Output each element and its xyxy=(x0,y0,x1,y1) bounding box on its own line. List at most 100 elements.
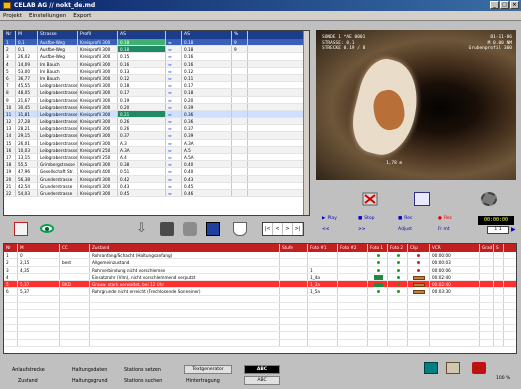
col-obs-s[interactable]: S xyxy=(494,244,504,252)
col-obs-foto1[interactable]: Foto 1 xyxy=(368,244,388,252)
label-haltungsdaten[interactable]: Haltungsdaten xyxy=(72,368,107,373)
toilet-icon[interactable] xyxy=(233,222,247,236)
col-as-start[interactable]: AS xyxy=(118,31,166,39)
table-row[interactable]: 22 54,03 Grunderstrasse Kreisprofil 300 0.45… xyxy=(4,189,309,198)
nav-last-button[interactable]: >| xyxy=(293,223,303,235)
col-as-end[interactable]: AS xyxy=(182,31,232,39)
nav-next-button[interactable]: > xyxy=(283,223,293,235)
col-percent[interactable]: % xyxy=(232,31,248,39)
col-obs-clip[interactable]: Clip xyxy=(408,244,430,252)
rec-control[interactable]: ■ Rec xyxy=(398,216,412,221)
menu-export[interactable]: Export xyxy=(73,11,91,20)
col-obs-nr[interactable]: Nr xyxy=(4,244,18,252)
sections-table[interactable]: Nr M Strasse Profil AS AS % 1 0,1 Ausfbe-W… xyxy=(3,30,310,216)
table-row[interactable] xyxy=(4,295,516,304)
close-button[interactable]: × xyxy=(510,1,519,9)
label-stations-suchen[interactable]: Stations suchen xyxy=(124,379,162,384)
table-row[interactable]: 14 29,15 Leibgraberstrasse Kreisprofil 300 0… xyxy=(4,132,309,140)
col-obs-m[interactable]: M xyxy=(18,244,60,252)
frame-control[interactable]: Fr mt xyxy=(438,227,450,232)
table-row[interactable] xyxy=(4,339,516,347)
position-next-icon[interactable]: ▶ xyxy=(511,226,516,233)
stop-control[interactable]: ■ Stop xyxy=(358,216,375,221)
table-row[interactable]: 3 4,35 Rohrverbindung nicht vorschlemse 1 00… xyxy=(4,266,516,274)
table-row[interactable]: 1 0,1 Ausfbe-Weg Kreisprofil 300 0.18 ⇔ 0.18 9 xyxy=(4,39,309,47)
delete-image-icon[interactable] xyxy=(362,192,378,206)
table-row[interactable] xyxy=(4,303,516,311)
table-row[interactable] xyxy=(4,332,516,340)
table-row[interactable]: 4 14,09 Im Bauch Kreisprofil 300 0.16 ⇔ 0.16 xyxy=(4,60,309,68)
col-nr[interactable]: Nr xyxy=(4,31,16,39)
eye-icon[interactable] xyxy=(40,224,54,233)
table-row[interactable]: 4 Einsatzrohr (Vlm), nicht vorschlemmend … xyxy=(4,273,516,282)
col-obs-cc[interactable]: CC xyxy=(60,244,90,252)
menu-einstellungen[interactable]: Einstellungen xyxy=(29,11,66,20)
save-disk-icon[interactable] xyxy=(206,222,220,236)
camera-icon[interactable] xyxy=(183,222,197,236)
table-row[interactable]: 2 2,15 best Allgemeinzustand 00:00:03 xyxy=(4,259,516,267)
play-control[interactable]: ▶ Play xyxy=(322,216,337,221)
record-control[interactable]: ● Rec xyxy=(438,216,452,221)
binoculars-icon[interactable] xyxy=(160,222,174,236)
col-obs-stufe[interactable]: Stufe xyxy=(280,244,308,252)
table-row[interactable]: 8 48,05 Leibgraberstrasse Kreisprofil 300 0.… xyxy=(4,89,309,97)
table-row[interactable]: 2 0,1 Ausfbe-Weg Kreisprofil 300 0.18 ⇔ 0.18 9 xyxy=(4,46,309,54)
label-zustand[interactable]: Zustand xyxy=(18,379,38,384)
sections-table-scrollbar[interactable] xyxy=(303,31,309,215)
nav-first-button[interactable]: |< xyxy=(263,223,273,235)
col-strasse[interactable]: Strasse xyxy=(38,31,78,39)
table-row[interactable] xyxy=(4,310,516,318)
table-row[interactable]: 18 55,5 Grimbergstrasse Kreisprofil 300 0.38… xyxy=(4,161,309,169)
label-hintertragung[interactable]: Hintertragung xyxy=(186,379,220,384)
rewind-control[interactable]: << xyxy=(322,227,330,232)
abc-field-1[interactable]: ABC xyxy=(244,365,280,374)
table-row[interactable]: 15 26,01 Leibgraberstrasse Kreisprofil 300 A… xyxy=(4,139,309,147)
col-obs-foto2[interactable]: Foto 2 xyxy=(388,244,408,252)
truck-icon[interactable] xyxy=(472,362,486,374)
table-row[interactable]: 13 28,21 Leibgraberstrasse Kreisprofil 300 0… xyxy=(4,125,309,133)
table-row[interactable] xyxy=(4,317,516,325)
table-row[interactable]: 5 53,00 Im Bauch Kreisprofil 300 0.13 ⇔ 0.12 xyxy=(4,67,309,75)
table-row[interactable]: 6 36,77 Im Bauch Kreisprofil 300 0.12 ⇔ 0.11 xyxy=(4,74,309,83)
table-row[interactable]: 16 10,03 Leibgraberstrasse Kreisprofil 250 A… xyxy=(4,146,309,154)
observations-table[interactable]: Nr M CC Zustand Stufe Foto #1 Foto #2 Fo… xyxy=(3,243,517,354)
computer-icon[interactable] xyxy=(424,362,438,374)
adjust-control[interactable]: Adjust xyxy=(398,227,412,232)
download-arrow-icon[interactable]: ⇩ xyxy=(136,222,150,236)
col-profil[interactable]: Profil xyxy=(78,31,118,39)
nav-prev-button[interactable]: < xyxy=(273,223,283,235)
abc-field-2[interactable]: ABC xyxy=(244,376,280,385)
table-row[interactable]: 19 47,96 Gesellschaft Str. Kreisprofil 400 0… xyxy=(4,168,309,176)
table-row[interactable]: 11 31,81 Leibgraberstrasse Kreisprofil 300 0… xyxy=(4,110,309,119)
table-row[interactable]: 12 27,28 Leibgraberstrasse Kreisprofil 300 0… xyxy=(4,118,309,126)
settings-gear-icon[interactable] xyxy=(481,192,497,206)
col-obs-foto1-nr[interactable]: Foto #1 xyxy=(308,244,338,252)
col-obs-grad[interactable]: Grad xyxy=(480,244,494,252)
col-obs-foto2-nr[interactable]: Foto #2 xyxy=(338,244,368,252)
textgenerator-button[interactable]: Textgenerator xyxy=(184,365,232,374)
menu-projekt[interactable]: Projekt xyxy=(3,11,22,20)
col-m[interactable]: M xyxy=(16,31,38,39)
edit-icon[interactable] xyxy=(14,222,28,236)
minimize-button[interactable]: _ xyxy=(490,1,499,9)
book-icon[interactable] xyxy=(446,362,460,374)
table-row[interactable]: 17 13,15 Leibgraberstrasse Kreisprofil 250 A… xyxy=(4,154,309,162)
table-row[interactable]: 1 0 Rohranfang/Schacht (Haltungsanfang) 00:… xyxy=(4,252,516,260)
col-direction[interactable] xyxy=(166,31,182,39)
label-haltungsgrund[interactable]: Haltungsgrund xyxy=(72,379,108,384)
image-document-icon[interactable] xyxy=(414,192,430,206)
position-field[interactable]: 1 1 xyxy=(487,226,509,234)
col-obs-zustand[interactable]: Zustand xyxy=(90,244,280,252)
label-stations-setzen[interactable]: Stations setzen xyxy=(124,368,161,373)
table-row[interactable]: 5 5,37 BKD Grauw. stark verwaltet, bei 12 U… xyxy=(4,281,516,289)
table-row[interactable]: 21 42,54 Grunderstrasse Kreisprofil 300 0.43… xyxy=(4,182,309,190)
col-obs-vcr[interactable]: VCR xyxy=(430,244,480,252)
table-row[interactable]: 9 21,67 Leibgraberstrasse Kreisprofil 300 0.… xyxy=(4,96,309,104)
table-row[interactable]: 20 56,38 Grunderstrasse Kreisprofil 300 0.42… xyxy=(4,175,309,183)
label-anlaufstrecke[interactable]: Anlaufstrecke xyxy=(12,368,45,373)
table-row[interactable]: 7 45,55 Leibgraberstrasse Kreisprofil 300 0.… xyxy=(4,82,309,90)
table-row[interactable]: 10 30,45 Leibgraberstrasse Kreisprofil 300 0… xyxy=(4,103,309,111)
table-row[interactable] xyxy=(4,324,516,333)
table-row[interactable]: 6 5,37 Rohrgrunde nicht erreicht (Frechlos… xyxy=(4,288,516,296)
forward-control[interactable]: >> xyxy=(358,227,366,232)
